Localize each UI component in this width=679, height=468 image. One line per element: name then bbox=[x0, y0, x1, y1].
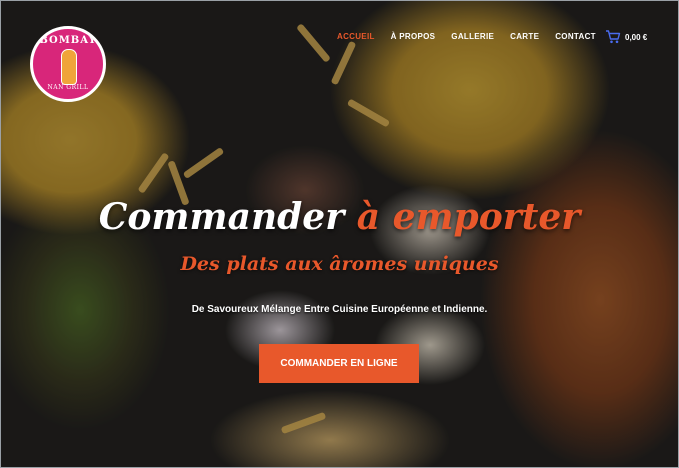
cart-link[interactable]: 0,00 € bbox=[605, 30, 647, 44]
hero-headline: Commander à emporter bbox=[0, 196, 679, 238]
nav-item-carte[interactable]: CARTE bbox=[510, 32, 539, 41]
shopping-cart-icon bbox=[605, 30, 621, 44]
site-logo[interactable]: BOMBAY NAN GRILL bbox=[30, 26, 106, 102]
logo-title: BOMBAY bbox=[39, 35, 97, 46]
headline-main: Commander bbox=[98, 196, 345, 238]
nav-item-gallerie[interactable]: GALLERIE bbox=[451, 32, 494, 41]
hero-subheadline: Des plats aux âromes uniques bbox=[180, 253, 499, 275]
kebab-icon bbox=[61, 49, 77, 85]
cart-amount: 0,00 € bbox=[625, 32, 648, 42]
hero-description: De Savoureux Mélange Entre Cuisine Europ… bbox=[191, 304, 488, 315]
headline-accent: à emporter bbox=[356, 196, 581, 238]
nav-item-a-propos[interactable]: À PROPOS bbox=[391, 32, 436, 41]
nav-item-accueil[interactable]: ACCUEIL bbox=[337, 32, 375, 41]
main-navigation: ACCUEIL À PROPOS GALLERIE CARTE CONTACT bbox=[337, 32, 612, 41]
logo-subtitle: NAN GRILL bbox=[47, 84, 89, 91]
nav-item-contact[interactable]: CONTACT bbox=[555, 32, 596, 41]
order-online-button[interactable]: COMMANDER EN LIGNE bbox=[259, 344, 419, 383]
